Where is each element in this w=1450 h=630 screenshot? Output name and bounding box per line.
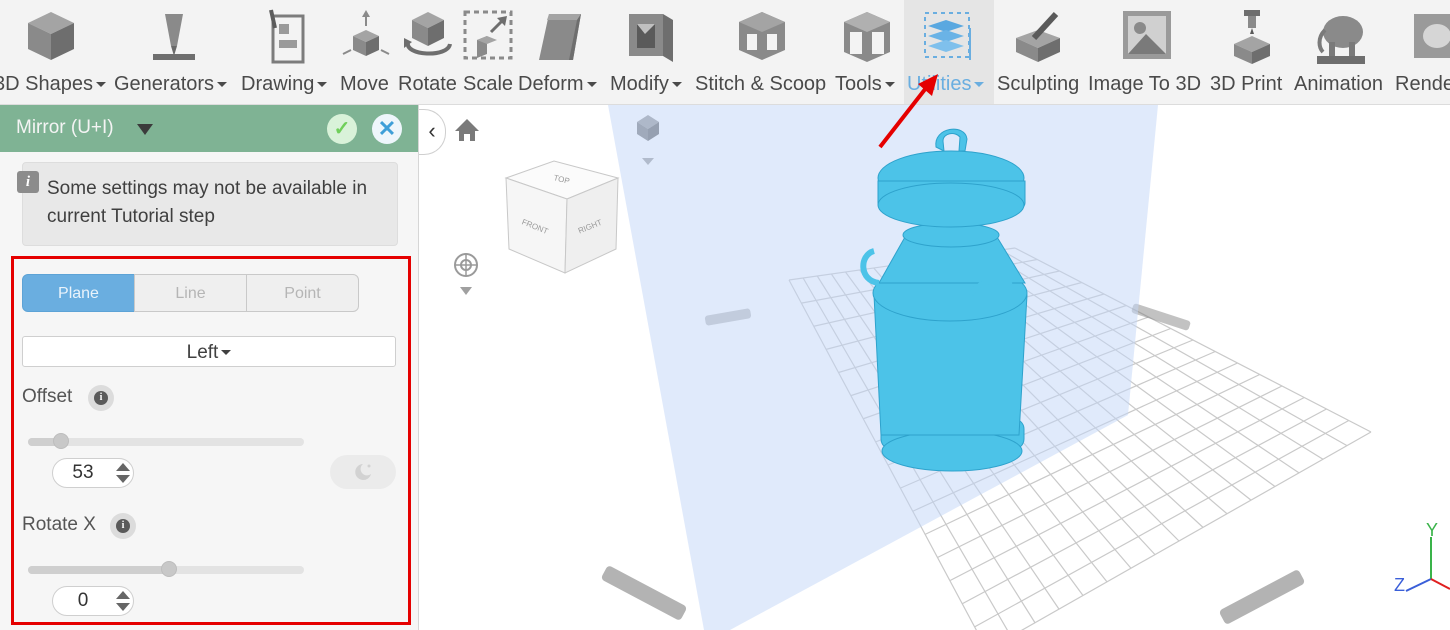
toolbar-label: Generators — [114, 73, 215, 95]
toolbar-animation[interactable]: Animation — [1293, 0, 1391, 104]
toolbar-label: Render — [1395, 73, 1450, 95]
chevron-down-icon — [974, 82, 985, 88]
offset-slider[interactable] — [28, 433, 304, 449]
animation-icon — [1317, 16, 1365, 64]
toolbar-label: 3D Print — [1210, 73, 1283, 95]
offset-value[interactable]: 53 — [53, 459, 113, 487]
check-icon: ✓ — [333, 118, 351, 140]
toolbar-sculpting[interactable]: Sculpting — [996, 0, 1086, 104]
milk-can-model — [860, 128, 1028, 472]
view-cube[interactable]: TOP FRONT RIGHT — [504, 160, 620, 274]
toolbar-label: Animation — [1294, 73, 1383, 95]
chevron-down-icon — [671, 82, 682, 88]
tab-plane[interactable]: Plane — [22, 274, 135, 312]
chevron-down-icon — [95, 82, 106, 88]
toolbar-move[interactable]: Move — [337, 0, 393, 104]
navigation-icon[interactable] — [454, 253, 478, 295]
3d-viewport[interactable]: ‹ TOP FRONT RIGHT Y Z — [419, 105, 1450, 630]
generator-icon — [153, 14, 195, 60]
toolbar-label: 3D Shapes — [0, 73, 93, 95]
chevron-down-icon — [586, 82, 597, 88]
info-icon: i — [17, 171, 39, 193]
close-icon: ✕ — [377, 116, 397, 141]
cube-icon — [28, 12, 74, 60]
toolbar-label: Stitch & Scoop — [695, 73, 827, 95]
panel-header: Mirror (U+I) ✓ ✕ — [0, 105, 418, 152]
toolbar-drawing[interactable]: Drawing — [239, 0, 335, 104]
offset-slider-thumb[interactable] — [53, 433, 70, 449]
utilities-icon — [924, 12, 971, 60]
stitch-scoop-icon — [739, 12, 785, 60]
rotate-icon — [404, 12, 452, 56]
chevron-down-icon — [217, 82, 228, 88]
tools-icon — [844, 12, 890, 62]
tab-line[interactable]: Line — [134, 274, 247, 312]
offset-stepper[interactable]: 53 — [52, 458, 134, 488]
move-icon — [342, 10, 390, 56]
home-icon[interactable] — [455, 119, 479, 141]
drawing-icon — [269, 9, 305, 64]
cancel-button[interactable]: ✕ — [372, 114, 402, 144]
z-axis-label: Z — [1394, 575, 1405, 595]
scene-canvas: TOP FRONT RIGHT Y Z — [454, 105, 1450, 630]
confirm-button[interactable]: ✓ — [327, 114, 357, 144]
sculpting-icon — [1016, 11, 1060, 62]
chevron-down-icon[interactable] — [137, 124, 153, 135]
notice-text: Some settings may not be available in cu… — [47, 178, 368, 227]
main-toolbar: 3D Shapes Generators Drawing Move Rotate… — [0, 0, 1450, 105]
toolbar-label: Move — [340, 73, 389, 95]
toolbar-rotate[interactable]: Rotate — [396, 0, 458, 104]
annotation-arrow-icon — [878, 74, 938, 149]
auto-button[interactable] — [330, 455, 396, 489]
toolbar-label: Drawing — [241, 73, 315, 95]
mirror-panel: Mirror (U+I) ✓ ✕ i Some settings may not… — [0, 105, 419, 630]
rotate-x-slider[interactable] — [28, 561, 304, 577]
toolbar-stitch-scoop[interactable]: Stitch & Scoop — [695, 0, 831, 104]
toolbar-label: Scale — [463, 73, 514, 95]
panel-title: Mirror (U+I) — [16, 117, 114, 138]
toolbar-generators[interactable]: Generators — [113, 0, 236, 104]
rotate-x-info-icon[interactable]: i — [110, 513, 136, 539]
3d-print-icon — [1234, 10, 1270, 64]
plane-select-value: Left — [186, 342, 219, 363]
deform-icon — [539, 14, 581, 60]
rotate-x-label: Rotate X — [22, 514, 96, 535]
tab-point[interactable]: Point — [246, 274, 359, 312]
chevron-down-icon — [221, 350, 232, 356]
rotate-x-value[interactable]: 0 — [53, 587, 113, 615]
image-to-3d-icon — [1123, 11, 1171, 59]
scale-icon — [463, 10, 513, 60]
moon-sparkle-icon — [355, 464, 371, 480]
render-icon — [1414, 14, 1450, 58]
tutorial-notice: i Some settings may not be available in … — [17, 162, 398, 246]
axis-gizmo: Y Z — [1394, 520, 1450, 595]
toolbar-label: Rotate — [398, 73, 457, 95]
toolbar-label: Modify — [610, 73, 669, 95]
offset-label: Offset — [22, 386, 73, 407]
modify-icon — [629, 14, 673, 62]
rotate-x-slider-fill — [28, 566, 169, 574]
increment-icon[interactable] — [116, 591, 130, 599]
y-axis-label: Y — [1426, 520, 1438, 540]
increment-icon[interactable] — [116, 463, 130, 471]
toolbar-modify[interactable]: Modify — [609, 0, 693, 104]
plane-select[interactable]: Left — [22, 336, 396, 367]
toolbar-label: Sculpting — [997, 73, 1080, 95]
toolbar-scale[interactable]: Scale — [461, 0, 515, 104]
toolbar-3d-print[interactable]: 3D Print — [1210, 0, 1292, 104]
toolbar-3d-shapes[interactable]: 3D Shapes — [0, 0, 110, 104]
toolbar-label: Image To 3D — [1088, 73, 1202, 95]
rotate-x-slider-thumb[interactable] — [160, 561, 177, 577]
offset-info-icon[interactable]: i — [88, 385, 114, 411]
decrement-icon[interactable] — [116, 475, 130, 483]
rotate-x-stepper[interactable]: 0 — [52, 586, 134, 616]
toolbar-render[interactable]: Render — [1393, 0, 1450, 104]
chevron-down-icon — [317, 82, 328, 88]
toolbar-label: Deform — [518, 73, 584, 95]
toolbar-deform[interactable]: Deform — [517, 0, 607, 104]
decrement-icon[interactable] — [116, 603, 130, 611]
toolbar-image-to-3d[interactable]: Image To 3D — [1088, 0, 1208, 104]
